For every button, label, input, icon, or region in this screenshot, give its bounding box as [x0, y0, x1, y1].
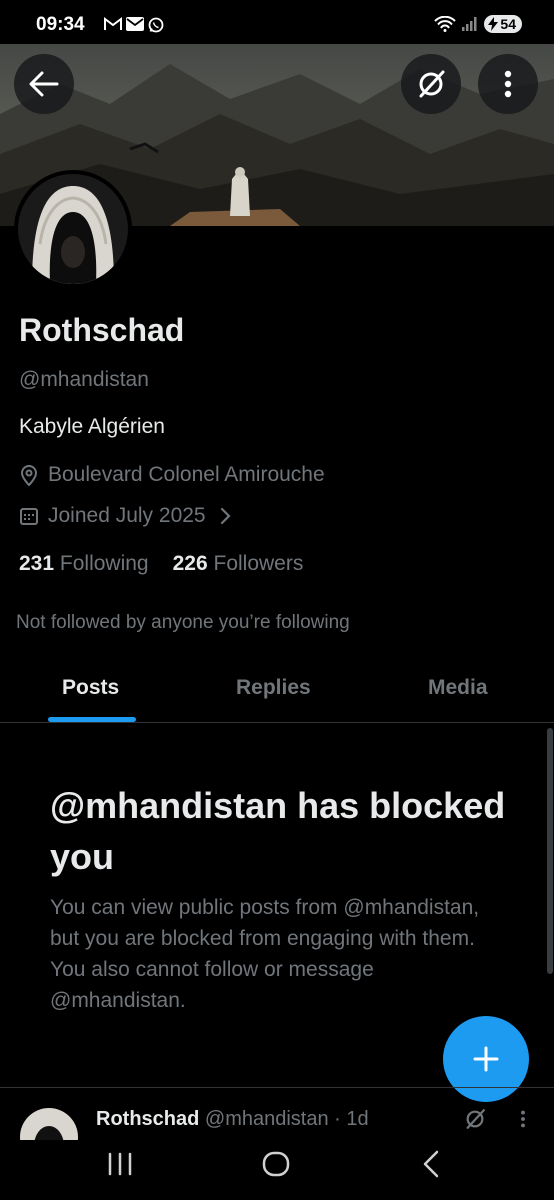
joined-row[interactable]: Joined July 2025	[19, 504, 231, 528]
signal-icon	[462, 17, 477, 31]
post-time: 1d	[346, 1108, 369, 1130]
followers-count: 226	[172, 552, 208, 575]
profile-joined: Joined July 2025	[48, 504, 206, 527]
back-button[interactable]	[14, 54, 74, 114]
status-bar: 09:34 54	[0, 0, 554, 44]
grok-icon[interactable]	[464, 1108, 486, 1130]
avatar-image	[18, 174, 128, 284]
notification-icons	[104, 17, 164, 33]
tab-replies[interactable]: Replies	[236, 676, 311, 700]
whatsapp-icon	[148, 17, 164, 33]
blocked-description: You can view public posts from @mhandist…	[50, 896, 480, 1012]
status-time: 09:34	[36, 14, 85, 35]
follow-stats: 231 Following 226 Followers	[19, 552, 303, 576]
post-author: Rothschad @mhandistan · 1d	[96, 1108, 369, 1131]
profile-name: Rothschad	[19, 312, 185, 348]
post-author-name: Rothschad	[96, 1108, 200, 1130]
post-preview[interactable]: Rothschad @mhandistan · 1d	[0, 1088, 554, 1140]
avatar[interactable]	[14, 170, 132, 288]
profile-bio: Kabyle Algérien	[19, 415, 165, 438]
more-vertical-icon	[504, 70, 512, 98]
followed-by-notice: Not followed by anyone you’re following	[16, 612, 350, 633]
followers-label: Followers	[213, 552, 304, 575]
system-icons: 54	[434, 15, 522, 33]
post-separator: ·	[334, 1108, 341, 1130]
more-vertical-icon[interactable]	[520, 1110, 526, 1128]
calendar-icon	[20, 508, 38, 525]
blocked-title: @mhandistan has blocked you	[50, 785, 506, 877]
grok-icon	[419, 70, 445, 98]
post-author-handle: @mhandistan	[204, 1108, 329, 1130]
following-label: Following	[59, 552, 149, 575]
following-count: 231	[19, 552, 55, 575]
wifi-icon	[434, 16, 457, 32]
gmail-icon	[104, 17, 122, 30]
more-button[interactable]	[478, 54, 538, 114]
active-tab-indicator	[48, 717, 136, 722]
location-pin-icon	[20, 465, 38, 486]
profile-location: Boulevard Colonel Amirouche	[48, 463, 325, 486]
plus-icon	[473, 1046, 499, 1072]
scrollbar[interactable]	[547, 728, 553, 974]
recent-apps-icon[interactable]	[107, 1152, 133, 1176]
mail-icon	[126, 17, 144, 31]
profile-handle: @mhandistan	[19, 368, 149, 391]
system-navigation-bar	[0, 1140, 554, 1200]
back-nav-icon[interactable]	[422, 1150, 440, 1178]
following-link[interactable]: 231 Following	[19, 552, 149, 576]
tab-posts[interactable]: Posts	[62, 676, 119, 700]
home-icon[interactable]	[262, 1151, 290, 1177]
tab-media[interactable]: Media	[428, 676, 488, 700]
battery-icon: 54	[484, 15, 522, 33]
arrow-left-icon	[29, 71, 59, 97]
chevron-right-icon	[220, 507, 231, 525]
location-row: Boulevard Colonel Amirouche	[19, 463, 325, 487]
grok-button[interactable]	[401, 54, 461, 114]
battery-level: 54	[500, 16, 516, 32]
profile-tabs: Posts Replies Media	[0, 660, 554, 723]
followers-link[interactable]: 226 Followers	[173, 552, 304, 576]
post-avatar[interactable]	[20, 1108, 78, 1140]
